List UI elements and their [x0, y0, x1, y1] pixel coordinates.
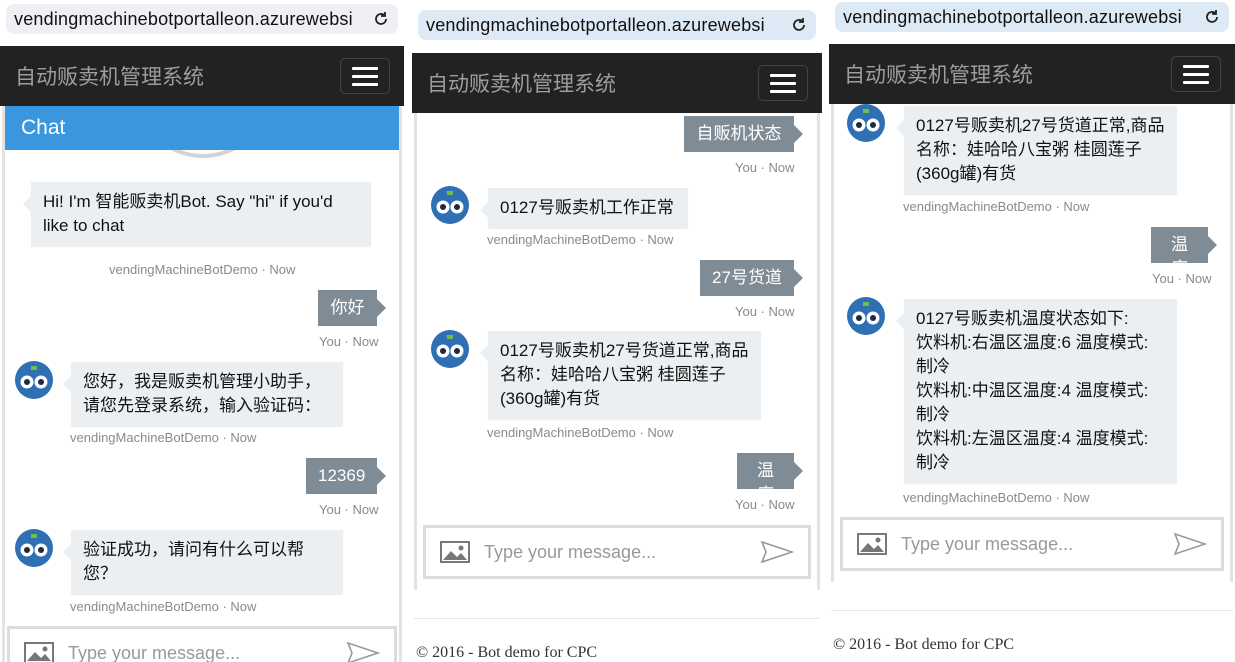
user-message: 你好 [318, 290, 386, 326]
send-icon[interactable] [760, 540, 794, 564]
url-text: vendingmachinebotportalleon.azurewebsi [843, 6, 1182, 27]
brand-title[interactable]: 自动贩卖机管理系统 [427, 68, 758, 98]
user-message: 12369 [306, 458, 386, 494]
message-text: 自贩机状态 [696, 124, 782, 143]
image-upload-icon[interactable] [440, 541, 470, 563]
brand-title[interactable]: 自动贩卖机管理系统 [844, 59, 1171, 89]
bot-avatar-icon [431, 186, 469, 224]
message-text: 验证成功，请问有什么可以帮您？ [83, 540, 304, 583]
message-text: 27号货道 [712, 268, 782, 287]
image-upload-icon[interactable] [857, 533, 887, 555]
bot-message: 0127号贩卖机27号货道正常,商品名称：娃哈哈八宝粥 桂圆莲子(360g罐)有… [896, 106, 1177, 194]
message-input[interactable]: Type your message... [901, 534, 1173, 555]
url-text: vendingmachinebotportalleon.azurewebsi [426, 14, 765, 35]
message-line: 饮料机:右温区温度:6 温度模式:制冷 [916, 333, 1149, 376]
send-icon[interactable] [346, 641, 380, 662]
message-input-bar: Type your message... [7, 626, 397, 662]
address-bar[interactable]: vendingmachinebotportalleon.azurewebsi [6, 4, 398, 34]
navbar: 自动贩卖机管理系统 [412, 53, 822, 113]
bot-message: 0127号贩卖机温度状态如下: 饮料机:右温区温度:6 温度模式:制冷 饮料机:… [896, 299, 1177, 483]
message-text: 12369 [318, 466, 366, 485]
phone-screen-1: vendingmachinebotportalleon.azurewebsi 自… [0, 0, 404, 662]
bot-avatar-icon [847, 297, 885, 335]
message-meta: You · Now [735, 160, 795, 175]
chat-header: Chat [5, 106, 399, 150]
message-meta: vendingMachineBotDemo · Now [70, 599, 257, 614]
send-icon[interactable] [1173, 532, 1207, 556]
phone-screen-2: vendingmachinebotportalleon.azurewebsi 自… [412, 0, 822, 662]
bot-message: 验证成功，请问有什么可以帮您？ [63, 530, 343, 594]
message-meta: vendingMachineBotDemo · Now [487, 232, 674, 247]
message-meta: vendingMachineBotDemo · Now [109, 262, 296, 277]
bot-message: 0127号贩卖机27号货道正常,商品名称：娃哈哈八宝粥 桂圆莲子(360g罐)有… [480, 331, 761, 419]
footer-text: © 2016 - Bot demo for CPC [416, 644, 598, 661]
bot-avatar-icon [847, 104, 885, 142]
message-text: 0127号贩卖机27号货道正常,商品名称：娃哈哈八宝粥 桂圆莲子(360g罐)有… [916, 116, 1165, 183]
bot-avatar-icon [15, 529, 53, 567]
reload-icon[interactable] [372, 10, 390, 28]
message-text: 0127号贩卖机27号货道正常,商品名称：娃哈哈八宝粥 桂圆莲子(360g罐)有… [500, 341, 749, 408]
message-meta: You · Now [1152, 271, 1212, 286]
bot-message: 您好，我是贩卖机管理小助手，请您先登录系统，输入验证码： [63, 362, 343, 426]
user-message: 温度 [1151, 227, 1217, 278]
message-line: 饮料机:左温区温度:4 温度模式:制冷 [916, 429, 1149, 472]
user-message: 温度 [737, 453, 803, 504]
brand-title[interactable]: 自动贩卖机管理系统 [15, 61, 340, 91]
message-input[interactable]: Type your message... [68, 643, 346, 662]
message-line: 0127号贩卖机温度状态如下: [916, 309, 1129, 328]
bot-message: 0127号贩卖机工作正常 [480, 188, 688, 228]
chat-window: Chat Hi! I'm 智能贩卖机Bot. Say "hi" if you'd… [2, 106, 402, 662]
url-text: vendingmachinebotportalleon.azurewebsi [14, 8, 353, 29]
menu-toggle-button[interactable] [1171, 56, 1221, 92]
footer-divider [414, 618, 820, 619]
message-meta: You · Now [735, 497, 795, 512]
footer-divider [831, 610, 1233, 611]
menu-toggle-button[interactable] [758, 65, 808, 101]
navbar: 自动贩卖机管理系统 [829, 44, 1235, 104]
menu-toggle-button[interactable] [340, 58, 390, 94]
message-meta: You · Now [319, 334, 379, 349]
reload-icon[interactable] [790, 16, 808, 34]
chat-window: 0127号贩卖机27号货道正常,商品名称：娃哈哈八宝粥 桂圆莲子(360g罐)有… [831, 104, 1233, 582]
chat-window: 自贩机状态 You · Now 0127号贩卖机工作正常 vendingMach… [414, 113, 820, 590]
reload-icon[interactable] [1203, 8, 1221, 26]
user-message: 27号货道 [700, 260, 803, 296]
bot-avatar-icon [431, 330, 469, 368]
message-meta: You · Now [735, 304, 795, 319]
chat-header-title: Chat [21, 116, 66, 139]
message-text: Hi! I'm 智能贩卖机Bot. Say "hi" if you'd like… [43, 192, 333, 235]
image-upload-icon[interactable] [24, 642, 54, 662]
address-bar[interactable]: vendingmachinebotportalleon.azurewebsi [835, 2, 1229, 32]
message-meta: vendingMachineBotDemo · Now [487, 425, 674, 440]
address-bar[interactable]: vendingmachinebotportalleon.azurewebsi [418, 10, 816, 40]
message-meta: vendingMachineBotDemo · Now [903, 490, 1090, 505]
footer-text: © 2016 - Bot demo for CPC [833, 636, 1015, 653]
message-meta: You · Now [319, 502, 379, 517]
user-message: 自贩机状态 [684, 116, 803, 152]
message-input-bar: Type your message... [840, 517, 1224, 571]
message-text: 0127号贩卖机工作正常 [500, 198, 674, 217]
message-text: 您好，我是贩卖机管理小助手，请您先登录系统，输入验证码： [83, 372, 321, 415]
message-line: 饮料机:中温区温度:4 温度模式:制冷 [916, 381, 1149, 424]
message-input[interactable]: Type your message... [484, 542, 760, 563]
message-input-bar: Type your message... [423, 525, 811, 579]
bot-avatar-icon [15, 361, 53, 399]
bot-message: Hi! I'm 智能贩卖机Bot. Say "hi" if you'd like… [23, 182, 371, 246]
message-meta: vendingMachineBotDemo · Now [70, 430, 257, 445]
phone-screen-3: vendingmachinebotportalleon.azurewebsi 自… [829, 0, 1235, 662]
message-text: 你好 [330, 298, 365, 317]
message-meta: vendingMachineBotDemo · Now [903, 199, 1090, 214]
navbar: 自动贩卖机管理系统 [0, 46, 404, 106]
